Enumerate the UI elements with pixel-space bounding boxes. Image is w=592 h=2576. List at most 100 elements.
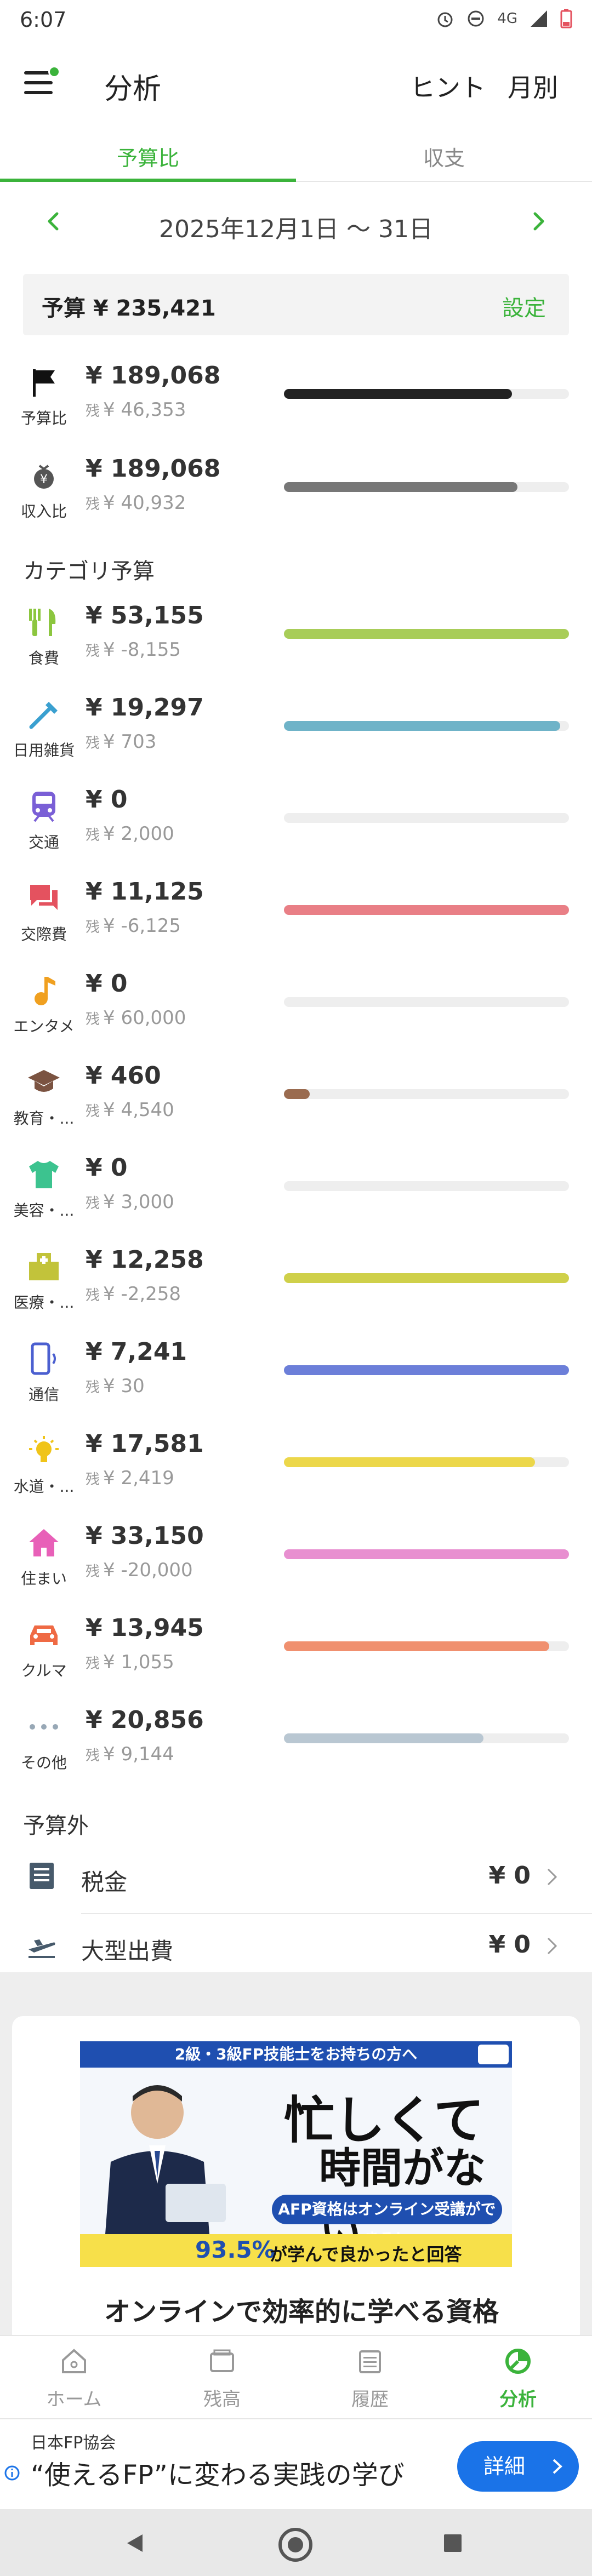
remaining-prefix: 残 (86, 403, 100, 420)
outside-row-tax[interactable]: 税金 ¥ 0 (0, 1845, 592, 1914)
progress-fill (284, 721, 561, 731)
category-amount: ¥ 0 (86, 786, 128, 814)
category-remaining: 残 ¥ -6,125 (86, 915, 181, 937)
summary-amount: ¥ 189,068 (86, 455, 221, 483)
progress-track (284, 1641, 569, 1651)
category-section-title: カテゴリ予算 (23, 559, 155, 584)
category-amount: ¥ 33,150 (86, 1522, 204, 1550)
menu-button[interactable] (24, 66, 60, 95)
category-row[interactable]: 医療・... ¥ 12,258 残 ¥ -2,258 (0, 1240, 592, 1332)
category-row[interactable]: 水道・... ¥ 17,581 残 ¥ 2,419 (0, 1424, 592, 1516)
category-row[interactable]: その他 ¥ 20,856 残 ¥ 9,144 (0, 1701, 592, 1793)
progress-fill (284, 905, 569, 915)
category-row[interactable]: 美容・... ¥ 0 残 ¥ 3,000 (0, 1148, 592, 1240)
nav-home[interactable]: ホーム (0, 2346, 148, 2411)
notification-dot (48, 66, 60, 78)
category-row[interactable]: 交通 ¥ 0 残 ¥ 2,000 (0, 780, 592, 872)
bottom-navigation: ホーム 残高 履歴 分析 (0, 2335, 592, 2418)
summary-remaining: 残 ¥ 46,353 (86, 399, 186, 421)
progress-track (284, 997, 569, 1007)
outside-label: 税金 (81, 1869, 128, 1896)
battery-icon (560, 9, 572, 28)
lightbulb-icon (23, 1430, 65, 1472)
category-amount: ¥ 0 (86, 970, 128, 998)
banner-ad[interactable]: 日本FP協会 “使えるFP”に変わる実践の学び 詳細 (0, 2418, 592, 2509)
chevron-right-icon[interactable] (527, 210, 549, 232)
category-label: 通信 (28, 1386, 59, 1404)
ad-stat-percent: 93.5% (195, 2236, 275, 2263)
shirt-icon (23, 1154, 65, 1195)
category-remaining: 残 ¥ 30 (86, 1375, 145, 1397)
category-label: 食費 (28, 649, 59, 667)
category-remaining: 残 ¥ 60,000 (86, 1007, 186, 1029)
system-navigation-bar (0, 2509, 592, 2576)
money-bag-icon: ¥ (23, 455, 65, 496)
network-label: 4G (497, 10, 517, 27)
progress-fill (284, 1641, 549, 1651)
category-remaining: 残 ¥ 2,000 (86, 823, 174, 845)
nav-history[interactable]: 履歴 (296, 2346, 444, 2411)
banner-advertiser: 日本FP協会 (31, 2434, 116, 2453)
outside-section-title: 予算外 (23, 1813, 89, 1839)
category-row[interactable]: 交際費 ¥ 11,125 残 ¥ -6,125 (0, 872, 592, 964)
category-label: 水道・... (13, 1478, 75, 1496)
back-icon[interactable] (124, 2532, 146, 2554)
banner-copy: “使えるFP”に変わる実践の学び (31, 2460, 405, 2491)
toothbrush-icon (23, 694, 65, 735)
home-circle-icon[interactable] (276, 2526, 315, 2564)
category-row[interactable]: 住まい ¥ 33,150 残 ¥ -20,000 (0, 1516, 592, 1608)
ad-info-icon[interactable] (4, 2465, 20, 2481)
category-label: エンタメ (13, 1017, 75, 1035)
ad-image[interactable]: 2級・3級FP技能士をお持ちの方へ 忙しくて 時間がない… AFP資格はオンライ… (80, 2041, 512, 2267)
category-row[interactable]: 日用雑貨 ¥ 19,297 残 ¥ 703 (0, 688, 592, 780)
category-amount: ¥ 20,856 (86, 1706, 204, 1734)
category-remaining: 残 ¥ 2,419 (86, 1467, 174, 1489)
category-row[interactable]: クルマ ¥ 13,945 残 ¥ 1,055 (0, 1608, 592, 1701)
category-row[interactable]: エンタメ ¥ 0 残 ¥ 60,000 (0, 964, 592, 1056)
wallet-icon (210, 2349, 234, 2372)
summary-row-income[interactable]: ¥ 収入比 ¥ 189,068 残 ¥ 40,932 (0, 449, 592, 541)
home-icon (62, 2349, 86, 2373)
recents-icon[interactable] (442, 2532, 464, 2554)
progress-track (284, 1365, 569, 1375)
category-label: クルマ (21, 1662, 67, 1680)
category-remaining: 残 ¥ 4,540 (86, 1099, 174, 1121)
budget-settings-button[interactable]: 設定 (502, 290, 546, 322)
nav-balance[interactable]: 残高 (148, 2346, 296, 2411)
category-remaining: 残 ¥ -2,258 (86, 1283, 181, 1305)
progress-track (284, 813, 569, 823)
progress-track (284, 629, 569, 639)
category-label: 美容・... (13, 1201, 75, 1220)
progress-fill (284, 389, 512, 399)
nav-analysis[interactable]: 分析 (444, 2346, 592, 2411)
ad-caption[interactable]: オンラインで効率的に学べる資格 (104, 2290, 499, 2328)
outside-value: ¥ 0 (488, 1931, 531, 1959)
category-row[interactable]: 通信 ¥ 7,241 残 ¥ 30 (0, 1332, 592, 1424)
monthly-button[interactable]: 月別 (508, 68, 558, 104)
tab-income-expense[interactable]: 収支 (296, 141, 592, 171)
ad-info-icon[interactable] (478, 2045, 509, 2064)
progress-fill (284, 482, 518, 492)
progress-fill (284, 1089, 310, 1099)
progress-track (284, 1549, 569, 1559)
tab-bar: 予算比 収支 (0, 125, 592, 182)
phone-icon (23, 1338, 65, 1379)
person-illustration-icon (105, 2085, 226, 2234)
banner-detail-button[interactable]: 詳細 (457, 2441, 579, 2492)
category-row[interactable]: 教育・... ¥ 460 残 ¥ 4,540 (0, 1056, 592, 1148)
hint-button[interactable]: ヒント (410, 68, 486, 104)
summary-label: 収入比 (20, 502, 67, 520)
summary-row-budget[interactable]: 予算比 ¥ 189,068 残 ¥ 46,353 (0, 356, 592, 448)
category-remaining: 残 ¥ 703 (86, 731, 157, 753)
category-remaining: 残 ¥ 1,055 (86, 1651, 174, 1673)
svg-text:¥: ¥ (40, 473, 48, 486)
budget-total: 予算 ¥ 235,421 (42, 296, 216, 321)
category-row[interactable]: 食費 ¥ 53,155 残 ¥ -8,155 (0, 596, 592, 688)
category-amount: ¥ 17,581 (86, 1430, 204, 1458)
signal-icon (531, 10, 547, 27)
progress-track (284, 1457, 569, 1467)
progress-track (284, 1181, 569, 1191)
hospital-icon (23, 1246, 65, 1287)
flag-icon (23, 362, 65, 403)
tab-budget-ratio[interactable]: 予算比 (0, 141, 296, 171)
